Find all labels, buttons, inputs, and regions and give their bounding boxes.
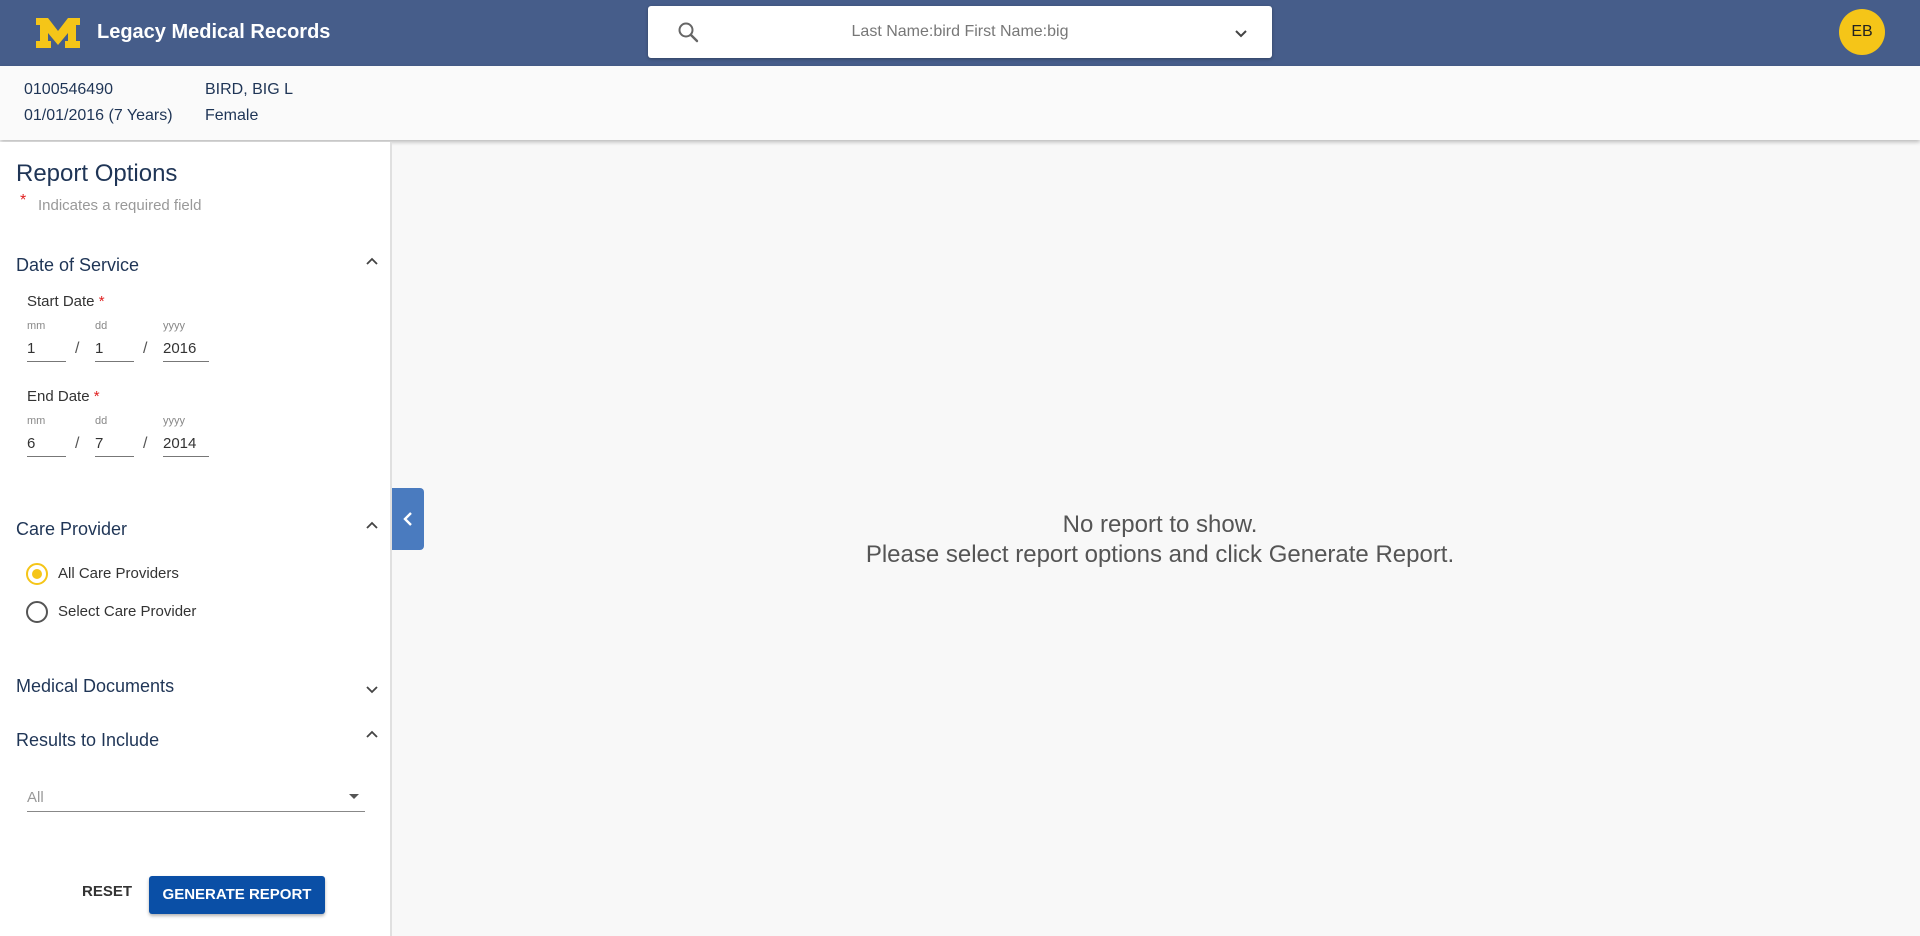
start-date-label: Start Date *: [27, 293, 105, 310]
report-options-sidebar: Report Options * Indicates a required fi…: [0, 142, 392, 936]
chevron-up-icon[interactable]: [364, 727, 380, 743]
date-separator: /: [143, 435, 148, 452]
report-options-title: Report Options: [16, 160, 178, 187]
care-provider-header[interactable]: Care Provider: [16, 517, 127, 541]
radio-unselected-icon[interactable]: [26, 601, 48, 623]
app-header: Legacy Medical Records Last Name:bird Fi…: [0, 0, 1920, 66]
patient-banner: 0100546490 BIRD, BIG L 01/01/2016 (7 Yea…: [0, 66, 1920, 140]
user-avatar[interactable]: EB: [1839, 9, 1885, 55]
reset-button[interactable]: RESET: [70, 874, 144, 910]
patient-name: BIRD, BIG L: [205, 81, 294, 98]
start-mm-label: mm: [27, 320, 46, 332]
radio-label: Select Care Provider: [58, 603, 197, 620]
start-month-input[interactable]: 1: [27, 338, 66, 362]
end-date-label: End Date *: [27, 388, 100, 405]
date-separator: /: [75, 435, 80, 452]
end-mm-label: mm: [27, 415, 46, 427]
patient-mrn: 0100546490: [24, 81, 113, 98]
results-select-value: All: [27, 789, 44, 806]
end-yyyy-label: yyyy: [163, 415, 185, 427]
app-title: Legacy Medical Records: [97, 21, 331, 43]
radio-selected-icon[interactable]: [26, 563, 48, 585]
required-field-note: Indicates a required field: [38, 197, 202, 214]
search-query-text[interactable]: Last Name:bird First Name:big: [718, 22, 1202, 42]
date-separator: /: [75, 340, 80, 357]
start-day-input[interactable]: 1: [95, 338, 134, 362]
radio-label: All Care Providers: [58, 565, 179, 582]
block-m-logo-icon[interactable]: [34, 16, 82, 50]
required-star: *: [20, 192, 27, 209]
chevron-up-icon[interactable]: [364, 254, 380, 270]
end-month-input[interactable]: 6: [27, 433, 66, 457]
generate-report-button[interactable]: GENERATE REPORT: [149, 876, 325, 914]
end-day-input[interactable]: 7: [95, 433, 134, 457]
start-dd-label: dd: [95, 320, 108, 332]
empty-report-instructions: Please select report options and click G…: [865, 541, 1455, 568]
start-year-input[interactable]: 2016: [163, 338, 209, 362]
start-yyyy-label: yyyy: [163, 320, 185, 332]
patient-sex: Female: [205, 107, 259, 124]
results-select[interactable]: All: [27, 782, 365, 812]
date-separator: /: [143, 340, 148, 357]
empty-report-message: No report to show.: [1062, 511, 1258, 538]
chevron-up-icon[interactable]: [364, 518, 380, 534]
results-to-include-header[interactable]: Results to Include: [16, 728, 159, 752]
chevron-left-icon: [403, 512, 412, 526]
caret-down-icon: [349, 794, 359, 799]
collapse-sidebar-button[interactable]: [392, 488, 424, 550]
patient-dob-age: 01/01/2016 (7 Years): [24, 107, 173, 124]
end-dd-label: dd: [95, 415, 108, 427]
chevron-down-icon[interactable]: [364, 681, 380, 697]
date-of-service-header[interactable]: Date of Service: [16, 253, 139, 277]
end-year-input[interactable]: 2014: [163, 433, 209, 457]
patient-search-box[interactable]: Last Name:bird First Name:big: [648, 6, 1272, 58]
chevron-down-icon[interactable]: [1232, 24, 1250, 42]
medical-documents-header[interactable]: Medical Documents: [16, 674, 174, 698]
search-icon: [678, 22, 699, 43]
